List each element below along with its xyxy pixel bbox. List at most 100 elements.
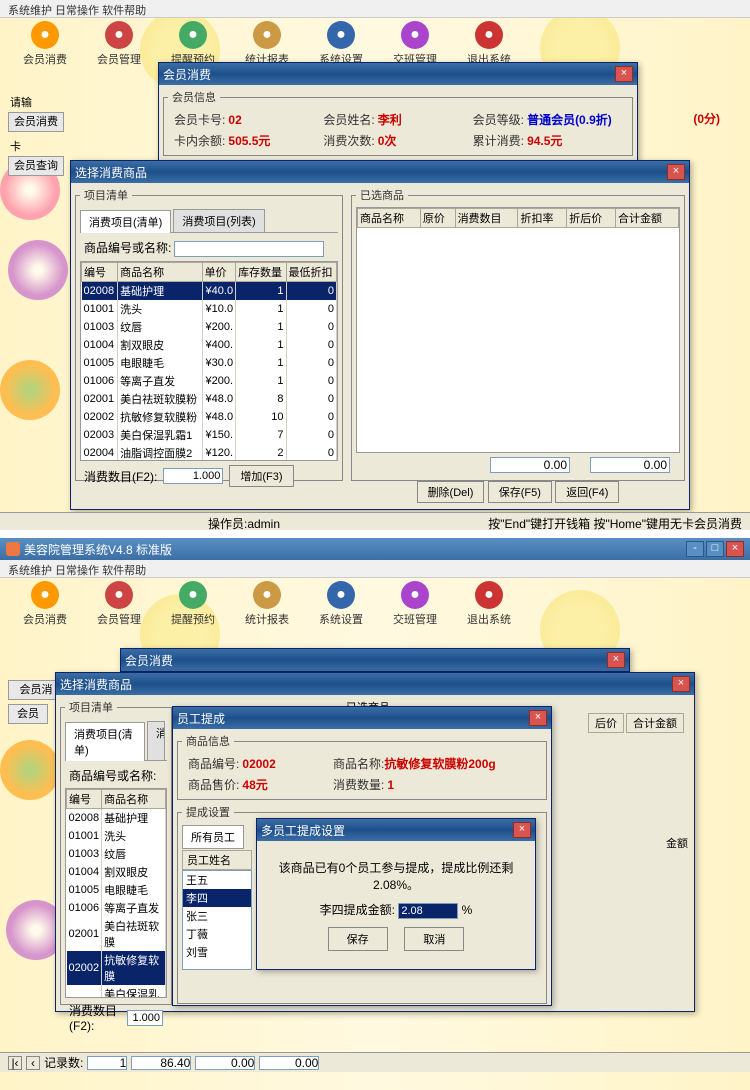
table-row[interactable]: 01004割双眼皮 — [67, 863, 166, 881]
hint-status: 按"End"键打开钱箱 按"Home"键用无卡会员消费 — [488, 515, 742, 528]
col-header[interactable]: 最低折扣 — [286, 263, 336, 282]
col-header[interactable]: 原价 — [420, 209, 455, 228]
delete-button[interactable]: 删除(Del) — [417, 481, 485, 503]
col-header[interactable]: 商品名称 — [102, 790, 166, 809]
table-row[interactable]: 02003美白保湿乳霜 — [67, 985, 166, 998]
table-row[interactable]: 01006等离子直发¥200.10 — [82, 372, 337, 390]
tab-list[interactable]: 消费项目(清单) — [80, 210, 171, 233]
table-row[interactable]: 01005电眼睫毛 — [67, 881, 166, 899]
menu-bar[interactable]: 系统维护 日常操作 软件帮助 — [0, 0, 750, 18]
emp-item[interactable]: 丁薇 — [183, 925, 251, 943]
first-record-icon[interactable]: |‹ — [8, 1056, 22, 1070]
col-header[interactable]: 编号 — [82, 263, 118, 282]
prod-price-label: 商品售价: — [188, 778, 239, 792]
table-row[interactable]: 02002抗敏修复软膜粉¥48.0100 — [82, 408, 337, 426]
menu-bar[interactable]: 系统维护 日常操作 软件帮助 — [0, 560, 750, 578]
toolbar-退出系统[interactable]: ●退出系统 — [454, 579, 524, 629]
table-row[interactable]: 01003纹唇 — [67, 845, 166, 863]
search-input[interactable] — [174, 241, 324, 257]
tab-grid[interactable]: 消 — [147, 721, 165, 760]
table-row[interactable]: 02008基础护理¥40.010 — [82, 282, 337, 301]
minimize-icon[interactable]: - — [686, 541, 704, 557]
prev-record-icon[interactable]: ‹ — [26, 1056, 40, 1070]
add-button[interactable]: 增加(F3) — [229, 465, 293, 487]
table-row[interactable]: 02003美白保湿乳霜1¥150.70 — [82, 426, 337, 444]
table-row[interactable]: 01005电眼睫毛¥30.010 — [82, 354, 337, 372]
tab-list[interactable]: 消费项目(清单) — [65, 722, 145, 761]
consume-win-titlebar[interactable]: 会员消费 × — [121, 649, 629, 671]
col-header[interactable]: 库存数量 — [236, 263, 286, 282]
close-icon[interactable]: × — [513, 822, 531, 838]
col-header[interactable]: 商品名称 — [118, 263, 202, 282]
table-row[interactable]: 02002抗敏修复软膜 — [67, 951, 166, 985]
col-header[interactable]: 商品名称 — [358, 209, 421, 228]
col-header[interactable]: 合计金额 — [616, 209, 679, 228]
col-header[interactable]: 折后价 — [567, 209, 616, 228]
footer-val3 — [259, 1056, 319, 1070]
col-header[interactable]: 单价 — [202, 263, 236, 282]
commission-input[interactable] — [398, 903, 458, 919]
employee-list[interactable]: 王五李四张三丁薇刘雪 — [182, 870, 252, 970]
emp-item[interactable]: 张三 — [183, 907, 251, 925]
record-count — [87, 1056, 127, 1070]
product-table[interactable]: 编号商品名称02008基础护理01001洗头01003纹唇01004割双眼皮01… — [66, 789, 166, 998]
sidebar-btn-query[interactable]: 会员 — [8, 704, 48, 724]
all-emp-tab[interactable]: 所有员工 — [182, 825, 244, 849]
consume-win-title: 会员消费 — [163, 66, 211, 83]
col-header[interactable]: 编号 — [67, 790, 102, 809]
sidebar-btn-consume[interactable]: 会员消费 — [8, 112, 64, 132]
select-win-titlebar[interactable]: 选择消费商品 × — [56, 673, 694, 695]
table-row[interactable]: 01003纹唇¥200.10 — [82, 318, 337, 336]
table-row[interactable]: 01006等离子直发 — [67, 899, 166, 917]
toolbar-icon: ● — [31, 21, 59, 49]
table-row[interactable]: 02001美白祛斑软膜粉¥48.080 — [82, 390, 337, 408]
cancel-button[interactable]: 取消 — [404, 927, 464, 951]
selected-table[interactable]: 商品名称原价消费数目折扣率折后价合计金额 — [357, 208, 679, 228]
col-header[interactable]: 消费数目 — [455, 209, 518, 228]
toolbar-统计报表[interactable]: ●统计报表 — [232, 579, 302, 629]
app-titlebar[interactable]: 美容院管理系统V4.8 标准版 - □ × — [0, 538, 750, 560]
close-icon[interactable]: × — [607, 652, 625, 668]
close-icon[interactable]: × — [672, 676, 690, 692]
balance-label: 卡内余额: — [174, 134, 225, 148]
emp-item[interactable]: 王五 — [183, 871, 251, 889]
select-win-titlebar[interactable]: 选择消费商品 × — [71, 161, 689, 183]
table-row[interactable]: 01001洗头 — [67, 827, 166, 845]
toolbar-label: 会员消费 — [23, 51, 67, 67]
toolbar-提醒预约[interactable]: ●提醒预约 — [158, 579, 228, 629]
toolbar-会员管理[interactable]: ●会员管理 — [84, 579, 154, 629]
save-button[interactable]: 保存 — [328, 927, 388, 951]
emp-item[interactable]: 刘雪 — [183, 943, 251, 961]
qty-input[interactable] — [127, 1010, 163, 1026]
close-icon[interactable]: × — [726, 541, 744, 557]
product-table[interactable]: 编号商品名称单价库存数量最低折扣02008基础护理¥40.01001001洗头¥… — [81, 262, 337, 461]
left-section-legend: 项目清单 — [80, 187, 132, 203]
toolbar-会员消费[interactable]: ● 会员消费 — [10, 19, 80, 69]
toolbar-会员消费[interactable]: ●会员消费 — [10, 579, 80, 629]
tab-grid[interactable]: 消费项目(列表) — [173, 209, 264, 232]
close-icon[interactable]: × — [529, 710, 547, 726]
total-right — [590, 457, 670, 473]
col-header[interactable]: 折扣率 — [518, 209, 567, 228]
toolbar-会员管理[interactable]: ●会员管理 — [84, 19, 154, 69]
toolbar-系统设置[interactable]: ●系统设置 — [306, 579, 376, 629]
table-row[interactable]: 02001美白祛斑软膜 — [67, 917, 166, 951]
table-row[interactable]: 01004割双眼皮¥400.10 — [82, 336, 337, 354]
table-row[interactable]: 02004油脂调控面膜2¥120.20 — [82, 444, 337, 461]
emp-item[interactable]: 李四 — [183, 889, 251, 907]
table-row[interactable]: 02008基础护理 — [67, 809, 166, 828]
maximize-icon[interactable]: □ — [706, 541, 724, 557]
consume-win-titlebar[interactable]: 会员消费 × — [159, 63, 637, 85]
commission-win-titlebar[interactable]: 员工提成 × — [173, 707, 551, 729]
prod-id-label: 商品编号: — [188, 757, 239, 771]
toolbar-交班管理[interactable]: ●交班管理 — [380, 579, 450, 629]
qty-input[interactable] — [163, 468, 223, 484]
return-button[interactable]: 返回(F4) — [555, 481, 619, 503]
close-icon[interactable]: × — [667, 164, 685, 180]
table-row[interactable]: 01001洗头¥10.010 — [82, 300, 337, 318]
close-icon[interactable]: × — [615, 66, 633, 82]
save-button[interactable]: 保存(F5) — [488, 481, 552, 503]
multi-dlg-titlebar[interactable]: 多员工提成设置 × — [257, 819, 535, 841]
sidebar-btn-query[interactable]: 会员查询 — [8, 156, 64, 176]
amount-label: 金额 — [666, 835, 688, 851]
